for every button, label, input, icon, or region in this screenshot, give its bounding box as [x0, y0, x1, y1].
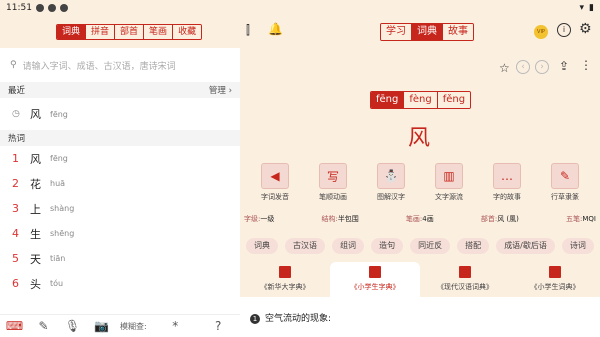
speaker-icon: ◀: [261, 163, 289, 189]
notification-icon: [35, 4, 44, 12]
tile-illustration[interactable]: ⛄ 图解汉字: [367, 163, 415, 202]
chip[interactable]: 搭配: [457, 238, 490, 254]
dict-tab[interactable]: 《小学生词典》: [510, 262, 600, 297]
feature-tiles: ◀ 字词发音 写笔顺动画 ⛄ 图解汉字 ▥ 文字源流 … 字的故事 ✎ 行草隶篆: [240, 163, 600, 202]
char-info: 字级:一级 结构:半包围 笔画:4画 部首:风 (風) 五笔:MQI: [244, 214, 596, 224]
tab-favorites[interactable]: 收藏: [172, 25, 202, 39]
info-wubi: 五笔:MQI: [565, 215, 596, 223]
pinyin-tab[interactable]: fēng: [371, 92, 404, 108]
chip[interactable]: 古汉语: [285, 238, 326, 254]
book-icon: ▥: [435, 163, 463, 189]
chip[interactable]: 同近反: [410, 238, 451, 254]
book-icon: [459, 266, 471, 278]
pinyin-tab[interactable]: fěng: [436, 92, 471, 108]
settings-icon[interactable]: ⚙: [579, 21, 592, 37]
category-chips: 词典 古汉语 组词 造句 同近反 搭配 成语/歇后语 诗词: [246, 238, 594, 254]
star-icon[interactable]: ☆: [499, 61, 510, 75]
chip[interactable]: 组词: [332, 238, 365, 254]
collapse-panel-icon[interactable]: ⫿: [246, 23, 250, 38]
tab-radical[interactable]: 部首: [114, 25, 144, 39]
tile-calligraphy[interactable]: ✎ 行草隶篆: [541, 163, 589, 202]
app-icon: [47, 4, 56, 12]
headword: 风: [408, 126, 431, 151]
dict-tab[interactable]: 《小学生字典》: [330, 262, 420, 297]
left-tab-bar: 词典 拼音 部首 笔画 收藏: [56, 24, 203, 40]
battery-icon: ▮: [589, 3, 594, 13]
info-level: 字级:一级: [244, 215, 275, 223]
tile-pronunciation[interactable]: ◀ 字词发音: [251, 163, 299, 202]
left-panel: ⚲ 请输入字词、成语、古汉语，唐诗宋词 最近 管理 › ◷ 风 fēng 热词 …: [0, 48, 240, 337]
hot-item[interactable]: 2 花 huā: [0, 171, 240, 196]
recent-item[interactable]: ◷ 风 fēng: [0, 98, 240, 130]
info-strokes: 笔画:4画: [405, 215, 434, 223]
camera-icon[interactable]: 📷: [87, 319, 116, 333]
chip[interactable]: 诗词: [561, 238, 594, 254]
tile-stroke-animation[interactable]: 写笔顺动画: [309, 163, 357, 202]
hot-item[interactable]: 6 头 tóu: [0, 271, 240, 296]
keyboard-icon[interactable]: ⌨: [0, 319, 29, 333]
fuzzy-label: 模糊查:: [120, 321, 147, 331]
hot-header: 热词: [0, 130, 240, 146]
bell-icon[interactable]: 🔔: [268, 22, 283, 36]
help-icon[interactable]: ?: [204, 319, 233, 333]
dict-tab[interactable]: 《现代汉语词典》: [420, 262, 510, 297]
search-input[interactable]: 请输入字词、成语、古汉语，唐诗宋词: [23, 59, 176, 72]
microphone-icon[interactable]: 🎙: [58, 319, 87, 333]
share-icon[interactable]: ⇪: [559, 59, 569, 73]
tab-story[interactable]: 故事: [442, 24, 473, 40]
asterisk-icon[interactable]: *: [161, 319, 190, 333]
illustration-icon: ⛄: [377, 163, 405, 189]
mode-tab-bar: 学习 词典 故事: [380, 23, 474, 41]
hot-item[interactable]: 1 风 fēng: [0, 146, 240, 171]
book-icon: [279, 266, 291, 278]
write-icon: 写: [319, 163, 347, 189]
tab-study[interactable]: 学习: [381, 24, 411, 40]
vip-badge[interactable]: VIP: [534, 25, 548, 39]
next-icon[interactable]: ›: [535, 60, 549, 74]
hot-item[interactable]: 5 天 tiān: [0, 246, 240, 271]
search-icon: ⚲: [10, 60, 17, 70]
chip[interactable]: 成语/歇后语: [496, 238, 555, 254]
tab-pinyin[interactable]: 拼音: [85, 25, 115, 39]
pinyin-tab[interactable]: fèng: [403, 92, 437, 108]
dict-tab[interactable]: 《新华大字典》: [240, 262, 330, 297]
book-icon: [369, 266, 381, 278]
definition: 1 空气流动的现象:: [240, 297, 600, 337]
book-icon: [549, 266, 561, 278]
status-time: 11:51: [6, 3, 32, 13]
clock-icon: ◷: [12, 109, 20, 119]
manage-button[interactable]: 管理 ›: [209, 84, 232, 96]
prev-icon[interactable]: ‹: [516, 60, 530, 74]
definition-text: 空气流动的现象:: [265, 314, 332, 324]
entry-panel: ☆ ‹ › ⇪ ⋮ fēng fèng fěng 风 ◀ 字词发音 写笔顺动画 ⛄…: [240, 48, 600, 337]
search-bar[interactable]: ⚲ 请输入字词、成语、古汉语，唐诗宋词: [0, 48, 240, 82]
brush-icon: ✎: [551, 163, 579, 189]
definition-number: 1: [250, 314, 260, 324]
tile-etymology[interactable]: ▥ 文字源流: [425, 163, 473, 202]
wifi-icon: ▾: [579, 3, 585, 13]
info-radical: 部首:风 (風): [480, 215, 519, 223]
chip[interactable]: 造句: [371, 238, 404, 254]
chat-icon: …: [493, 163, 521, 189]
tile-story[interactable]: … 字的故事: [483, 163, 531, 202]
hot-item[interactable]: 4 生 shēng: [0, 221, 240, 246]
status-bar: 11:51 ▾ ▮: [0, 0, 600, 16]
tab-strokes[interactable]: 笔画: [143, 25, 173, 39]
recent-title: 最近: [8, 86, 26, 96]
hot-item[interactable]: 3 上 shàng: [0, 196, 240, 221]
pinyin-tabs: fēng fèng fěng: [370, 91, 472, 109]
chip[interactable]: 词典: [246, 238, 278, 254]
tab-dict-mode[interactable]: 词典: [411, 24, 442, 40]
tab-dictionary[interactable]: 词典: [57, 25, 86, 39]
input-toolbar: ⌨ ✎ 🎙 📷 模糊查: * ?: [0, 314, 240, 337]
info-structure: 结构:半包围: [321, 215, 359, 223]
app-icon-2: [59, 4, 68, 12]
top-bar: 词典 拼音 部首 笔画 收藏 ⫿ 🔔 学习 词典 故事 VIP i ⚙: [0, 16, 600, 48]
dictionary-tabs: 《新华大字典》 《小学生字典》 《现代汉语词典》 《小学生词典》: [240, 262, 600, 297]
info-icon[interactable]: i: [557, 23, 571, 37]
hot-title: 热词: [8, 134, 26, 144]
handwrite-icon[interactable]: ✎: [29, 319, 58, 333]
more-icon[interactable]: ⋮: [580, 58, 592, 72]
recent-header: 最近 管理 ›: [0, 82, 240, 98]
